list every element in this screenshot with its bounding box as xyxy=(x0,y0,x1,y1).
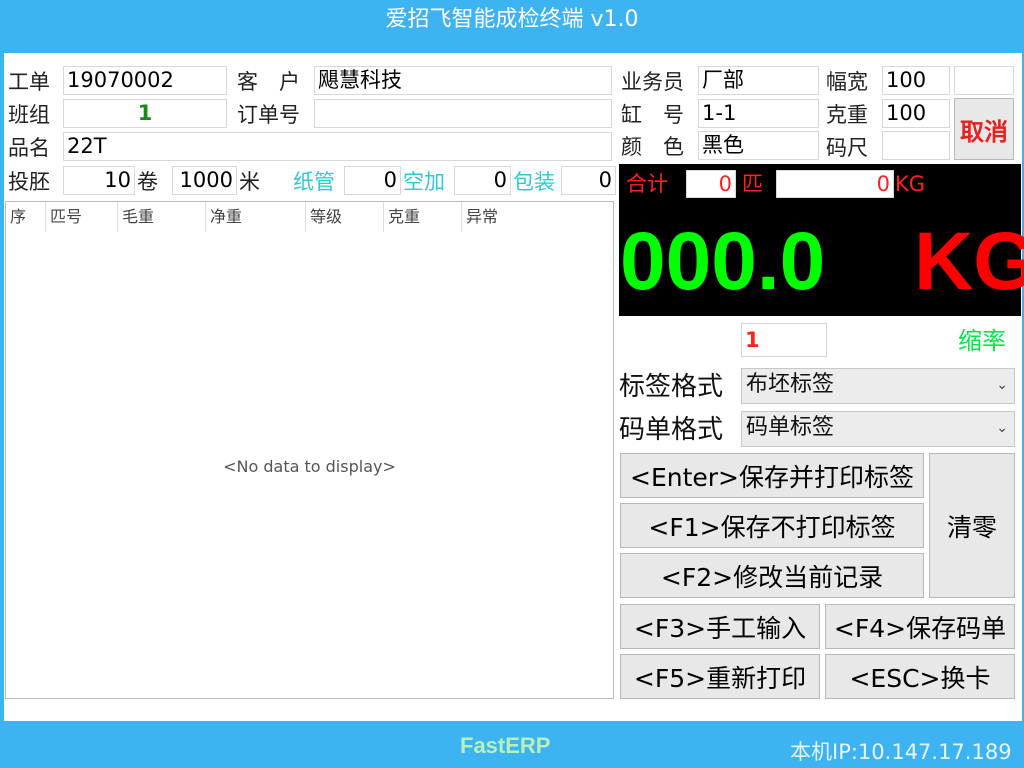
tube-field[interactable]: 0 xyxy=(344,166,401,195)
column-header-abnormal[interactable]: 异常 xyxy=(462,202,613,232)
rolls-unit: 卷 xyxy=(137,170,158,194)
meters-field[interactable]: 1000 xyxy=(172,166,237,195)
column-header-gram[interactable]: 克重 xyxy=(384,202,462,232)
manual-input-button[interactable]: <F3>手工输入 xyxy=(620,604,820,649)
meters-unit: 米 xyxy=(239,170,260,194)
column-header-piece-no[interactable]: 匹号 xyxy=(46,202,118,232)
change-card-button[interactable]: <ESC>换卡 xyxy=(825,654,1015,699)
team-label: 班组 xyxy=(8,103,50,127)
label-format-value: 布坯标签 xyxy=(746,372,835,397)
column-header-net[interactable]: 净重 xyxy=(206,202,306,232)
yard-label: 码尺 xyxy=(826,136,868,160)
records-grid[interactable]: 序 匹号 毛重 净重 等级 克重 异常 <No data to display> xyxy=(5,201,614,699)
blank-label: 投胚 xyxy=(8,170,50,194)
code-format-select[interactable]: 码单标签 ⌄ xyxy=(741,411,1015,447)
kg-unit: KG xyxy=(895,172,926,196)
width-label: 幅宽 xyxy=(826,70,868,94)
shrink-rate-label: 缩率 xyxy=(958,327,1006,355)
total-count-field: 0 xyxy=(686,170,736,198)
weight-unit: KG xyxy=(914,216,1024,307)
tube-label: 纸管 xyxy=(293,170,335,194)
gram-field[interactable]: 100 xyxy=(882,99,950,128)
chevron-down-icon: ⌄ xyxy=(996,420,1008,436)
empty-grid-text: <No data to display> xyxy=(223,457,396,476)
color-field[interactable]: 黑色 xyxy=(698,131,819,160)
product-field[interactable]: 22T xyxy=(63,132,612,161)
edit-record-button[interactable]: <F2>修改当前记录 xyxy=(620,553,924,598)
brand-label: FastERP xyxy=(460,733,551,758)
total-label: 合计 xyxy=(626,172,668,196)
cancel-button[interactable]: 取消 xyxy=(954,98,1014,160)
salesman-field[interactable]: 厂部 xyxy=(698,66,819,95)
work-order-label: 工单 xyxy=(8,70,50,94)
chevron-down-icon: ⌄ xyxy=(996,377,1008,393)
extra-add-field[interactable]: 0 xyxy=(454,166,511,195)
salesman-label: 业务员 xyxy=(621,70,684,94)
color-label: 颜 色 xyxy=(621,135,684,159)
team-field[interactable]: 1 xyxy=(63,99,227,128)
save-code-sheet-button[interactable]: <F4>保存码单 xyxy=(825,604,1015,649)
clear-button[interactable]: 清零 xyxy=(929,453,1015,598)
extra-field[interactable] xyxy=(954,66,1014,95)
label-format-label: 标签格式 xyxy=(619,372,724,402)
piece-unit: 匹 xyxy=(742,172,763,196)
save-no-print-button[interactable]: <F1>保存不打印标签 xyxy=(620,503,924,548)
customer-field[interactable]: 飓慧科技 xyxy=(314,66,612,95)
code-format-label: 码单格式 xyxy=(619,415,724,445)
width-field[interactable]: 100 xyxy=(882,66,950,95)
product-label: 品名 xyxy=(8,136,50,160)
extra-add-label: 空加 xyxy=(403,170,445,194)
label-format-select[interactable]: 布坯标签 ⌄ xyxy=(741,368,1015,404)
order-no-field[interactable] xyxy=(314,99,612,128)
weight-readout: 000.0 xyxy=(620,216,826,307)
save-print-button[interactable]: <Enter>保存并打印标签 xyxy=(620,453,924,498)
pack-field[interactable]: 0 xyxy=(561,166,616,195)
work-order-field[interactable]: 19070002 xyxy=(63,66,227,95)
rolls-field[interactable]: 10 xyxy=(63,166,135,195)
local-ip-label: 本机IP:10.147.17.189 xyxy=(790,740,1012,764)
start-no-field[interactable]: 1 xyxy=(741,323,827,357)
column-header-gross[interactable]: 毛重 xyxy=(118,202,206,232)
window-title: 爱招飞智能成检终端 v1.0 xyxy=(385,7,639,32)
code-format-value: 码单标签 xyxy=(746,415,835,440)
order-no-label: 订单号 xyxy=(237,103,300,127)
customer-label: 客 户 xyxy=(237,70,300,94)
vat-field[interactable]: 1-1 xyxy=(698,99,819,128)
total-kg-field: 0 xyxy=(776,170,894,198)
start-no-label: 起始匹号 xyxy=(621,326,726,356)
column-header-grade[interactable]: 等级 xyxy=(306,202,384,232)
gram-label: 克重 xyxy=(826,103,868,127)
column-header-seq[interactable]: 序 xyxy=(6,202,46,232)
yard-field[interactable] xyxy=(882,131,950,160)
reprint-button[interactable]: <F5>重新打印 xyxy=(620,654,820,699)
vat-label: 缸 号 xyxy=(621,103,684,127)
pack-label: 包装 xyxy=(513,170,555,194)
